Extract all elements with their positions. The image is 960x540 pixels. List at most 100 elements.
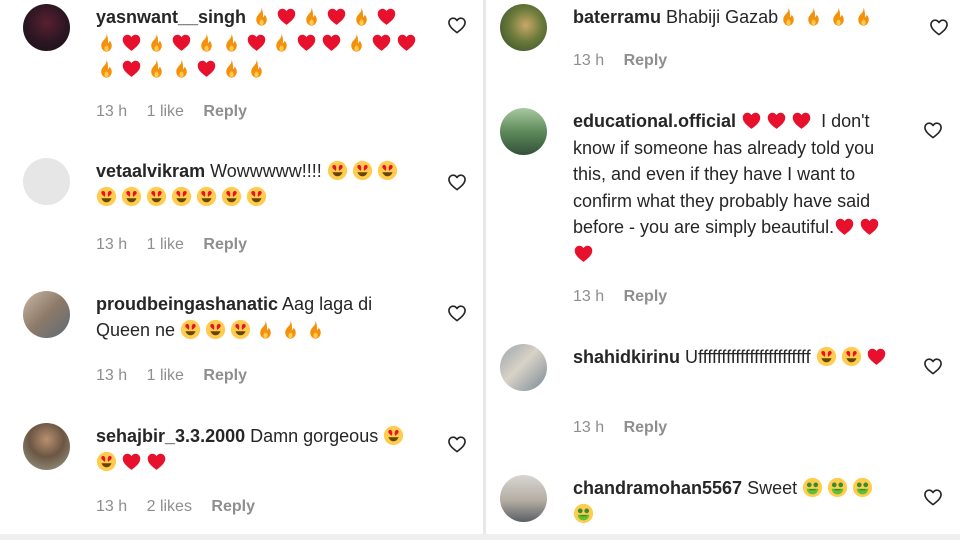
heart-eyes-icon [96,451,117,472]
comment: chandramohan5567 Sweet [500,475,945,535]
comment: educational.official I don't know if som… [500,108,945,318]
red-heart-icon [321,32,342,53]
emoji-list [741,111,816,131]
comment-text: Sweet [747,478,798,498]
timestamp[interactable]: 13 h [573,52,604,69]
red-heart-icon [834,216,855,237]
heart-eyes-icon [205,319,226,340]
comments-screenshot: yasnwant__singh 13 h 1 like Reply vetaal… [0,0,960,540]
fire-icon [301,6,322,27]
money-mouth-icon [573,503,594,524]
avatar[interactable] [23,4,70,51]
username[interactable]: educational.official [573,111,736,131]
username[interactable]: chandramohan5567 [573,478,742,498]
red-heart-icon [326,6,347,27]
red-heart-icon [121,451,142,472]
avatar[interactable] [23,423,70,470]
reply-button[interactable]: Reply [203,236,247,253]
fire-icon [146,58,167,79]
red-heart-icon [859,216,880,237]
red-heart-icon [866,346,887,367]
fire-icon [803,6,824,27]
red-heart-icon [791,110,812,131]
heart-eyes-icon [841,346,862,367]
heart-eyes-icon [352,160,373,181]
red-heart-icon [146,451,167,472]
timestamp[interactable]: 13 h [96,367,127,384]
comment: baterramu Bhabiji Gazab 13 h Reply [500,4,948,84]
likes-count[interactable]: 1 like [147,103,184,120]
emoji-list [778,7,878,27]
heart-eyes-icon [816,346,837,367]
reply-button[interactable]: Reply [624,52,668,69]
username[interactable]: proudbeingashanatic [96,294,278,314]
heart-outline-icon[interactable] [446,302,468,324]
fire-icon [196,32,217,53]
reply-button[interactable]: Reply [624,419,668,436]
avatar[interactable] [500,344,547,391]
fire-icon [146,32,167,53]
username[interactable]: shahidkirinu [573,347,680,367]
comment-text: Damn gorgeous [250,426,379,446]
avatar[interactable] [23,291,70,338]
red-heart-icon [376,6,397,27]
timestamp[interactable]: 13 h [96,103,127,120]
heart-outline-icon[interactable] [922,119,944,141]
heart-eyes-icon [230,319,251,340]
timestamp[interactable]: 13 h [573,288,604,305]
heart-outline-icon[interactable] [928,16,950,38]
comment-text: Wowwwww!!!! [210,161,322,181]
heart-eyes-icon [180,319,201,340]
reply-button[interactable]: Reply [203,367,247,384]
timestamp[interactable]: 13 h [96,498,127,515]
likes-count[interactable]: 2 likes [147,498,192,515]
timestamp[interactable]: 13 h [96,236,127,253]
heart-outline-icon[interactable] [922,486,944,508]
red-heart-icon [396,32,417,53]
heart-eyes-icon [196,186,217,207]
timestamp[interactable]: 13 h [573,419,604,436]
reply-button[interactable]: Reply [203,103,247,120]
red-heart-icon [196,58,217,79]
fire-icon [221,58,242,79]
heart-outline-icon[interactable] [446,433,468,455]
likes-count[interactable]: 1 like [147,236,184,253]
fire-icon [255,319,276,340]
heart-eyes-icon [121,186,142,207]
fire-icon [221,32,242,53]
comment: proudbeingashanatic Aag laga di Queen ne… [23,291,466,391]
heart-eyes-icon [383,425,404,446]
fire-icon [251,6,272,27]
heart-outline-icon[interactable] [446,14,468,36]
red-heart-icon [741,110,762,131]
heart-eyes-icon [146,186,167,207]
emoji-list [816,346,891,367]
money-mouth-icon [827,477,848,498]
money-mouth-icon [852,477,873,498]
comment-text: Uffffffffffffffffffffffff [685,347,811,367]
heart-eyes-icon [96,186,117,207]
red-heart-icon [296,32,317,53]
fire-icon [96,58,117,79]
avatar[interactable] [500,108,547,155]
reply-button[interactable]: Reply [624,288,668,305]
heart-outline-icon[interactable] [922,355,944,377]
likes-count[interactable]: 1 like [147,367,184,384]
avatar[interactable] [500,4,547,51]
username[interactable]: sehajbir_3.3.2000 [96,426,245,446]
reply-button[interactable]: Reply [211,498,255,515]
username[interactable]: vetaalvikram [96,161,205,181]
avatar[interactable] [500,475,547,522]
fire-icon [246,58,267,79]
comment-text: Bhabiji Gazab [666,7,779,27]
username[interactable]: baterramu [573,7,661,27]
comment: sehajbir_3.3.2000 Damn gorgeous 13 h 2 l… [23,423,466,523]
red-heart-icon [573,243,594,264]
comment: shahidkirinu Uffffffffffffffffffffffff 1… [500,344,945,444]
avatar[interactable] [23,158,70,205]
comment: yasnwant__singh 13 h 1 like Reply [23,4,466,124]
fire-icon [271,32,292,53]
red-heart-icon [276,6,297,27]
username[interactable]: yasnwant__singh [96,7,246,27]
heart-outline-icon[interactable] [446,171,468,193]
